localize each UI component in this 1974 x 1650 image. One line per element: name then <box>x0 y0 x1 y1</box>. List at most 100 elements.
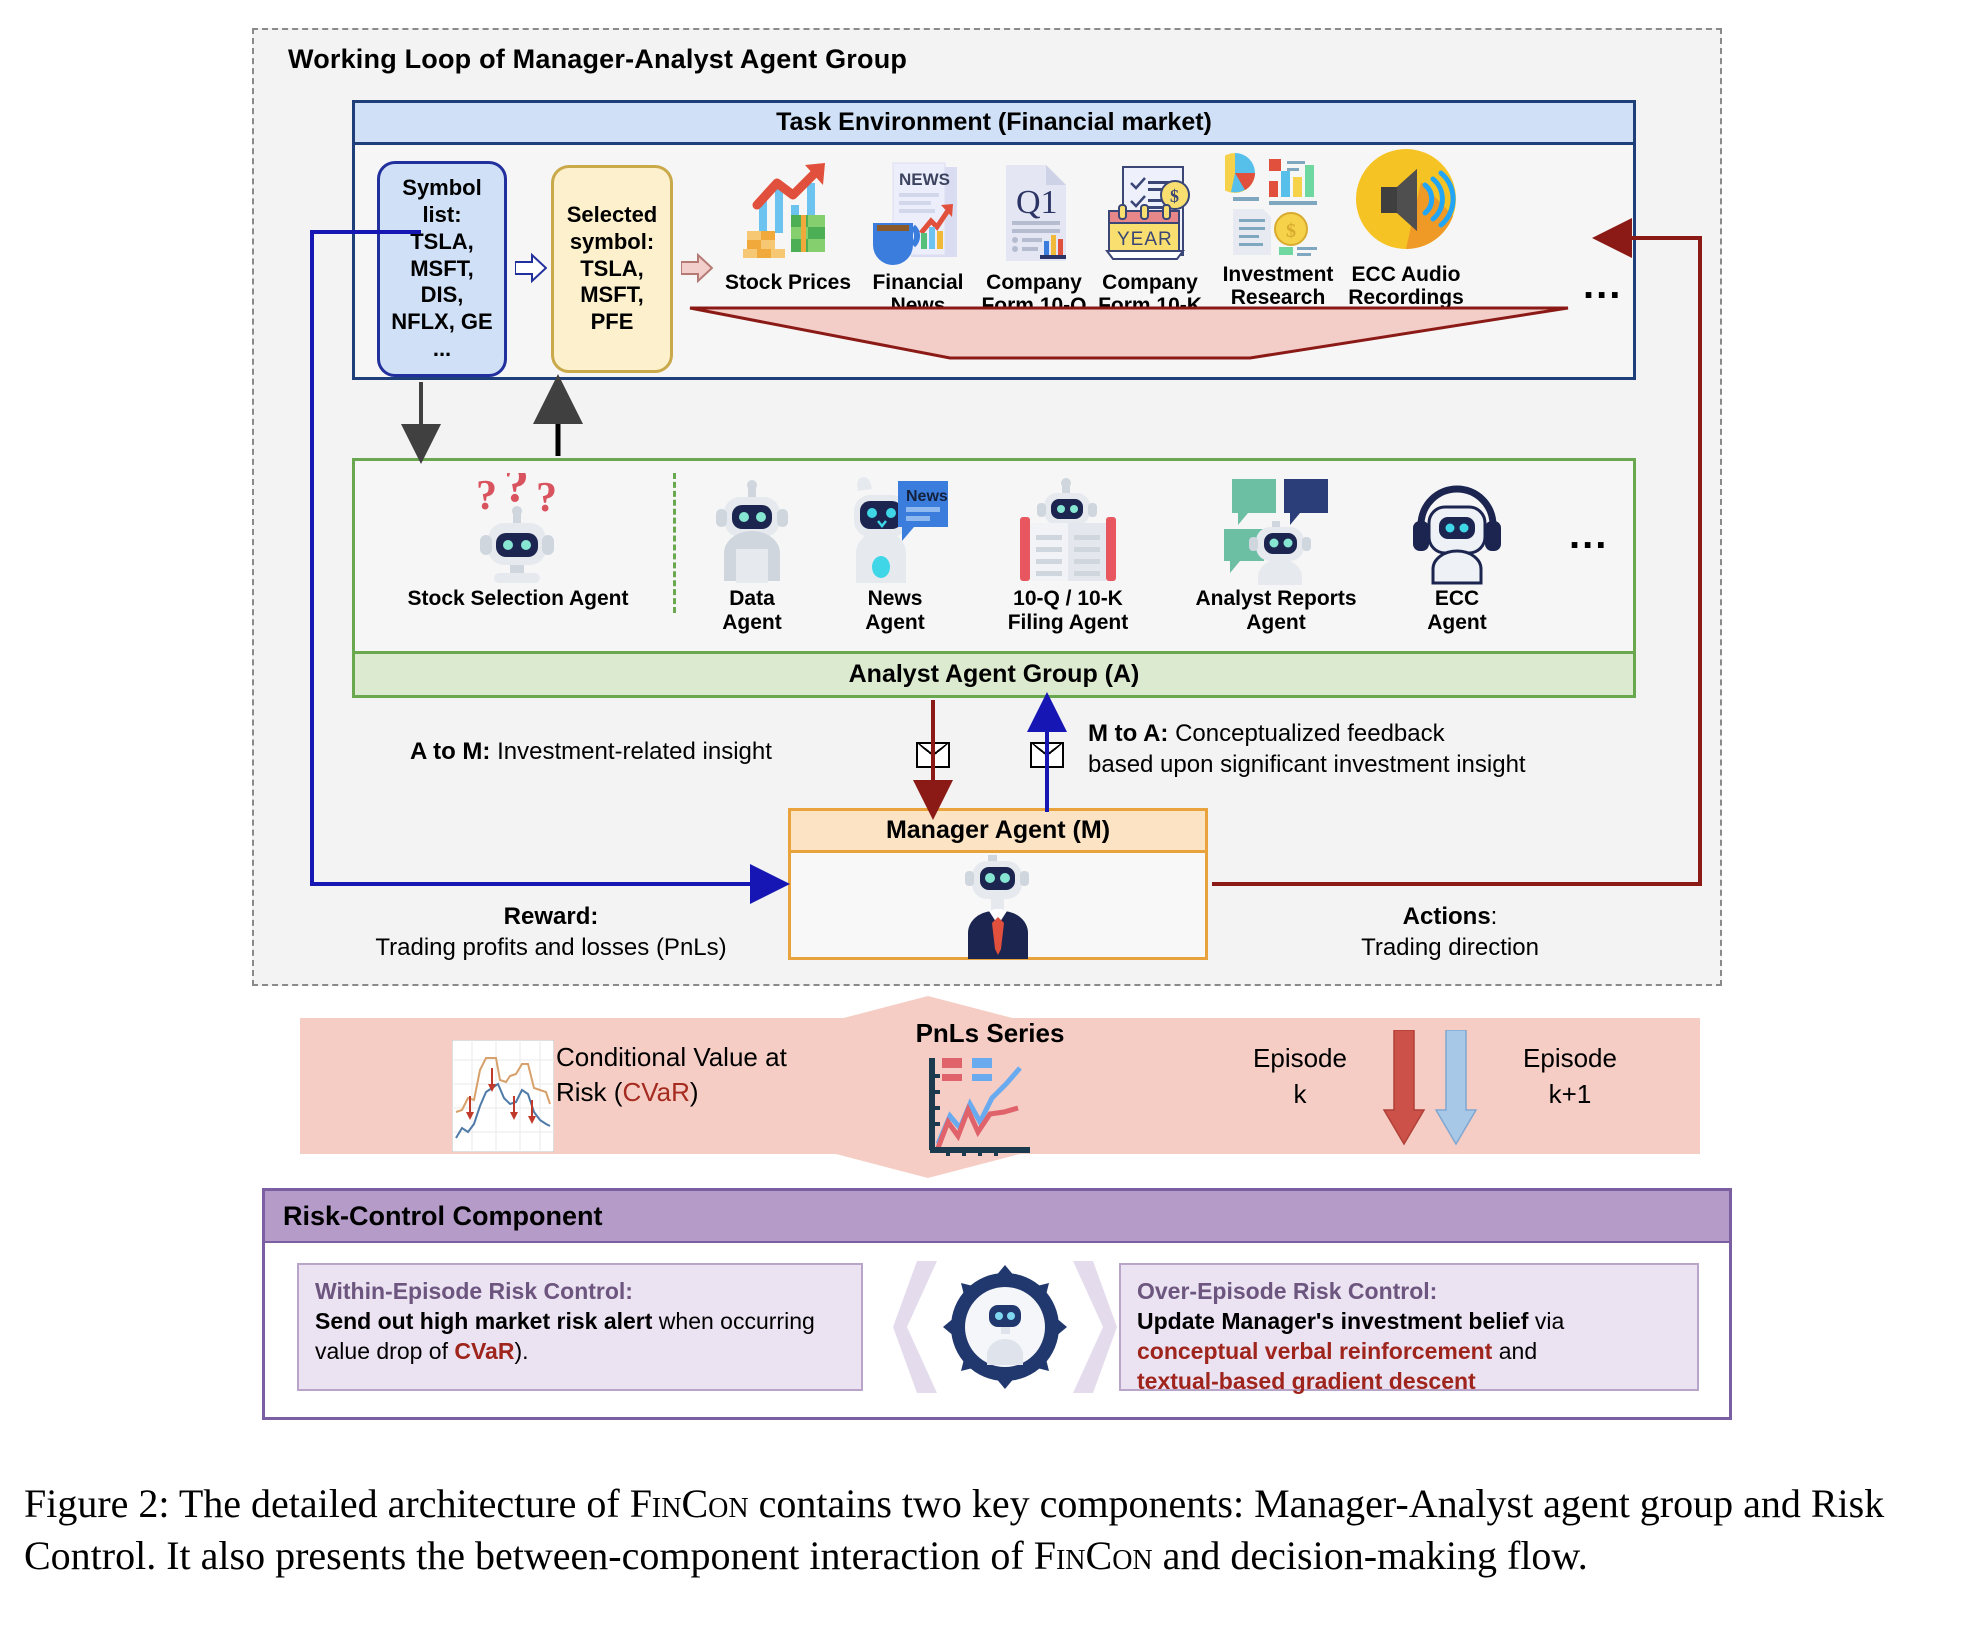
pink-band-top-notch <box>836 996 1020 1020</box>
risk-control-panel: Risk-Control Component Within-Episode Ri… <box>262 1188 1732 1420</box>
agent-analyst-reports: Analyst Reports Agent <box>1161 473 1391 634</box>
m-to-a-message-label: M to A: Conceptualized feedback based up… <box>1088 718 1526 780</box>
q1-document-icon: Q1 <box>969 157 1099 265</box>
task-environment-panel: Task Environment (Financial market) Symb… <box>352 100 1636 380</box>
source-label: Stock Prices <box>724 271 852 294</box>
risk-control-title: Risk-Control Component <box>265 1191 1729 1243</box>
year-calendar-document-icon: $ YEAR <box>1085 157 1215 265</box>
m-to-a-line2: based upon significant investment insigh… <box>1088 751 1526 779</box>
gear-robot-icon <box>941 1263 1069 1396</box>
over-episode-risk-card: Over-Episode Risk Control: Update Manage… <box>1119 1263 1699 1394</box>
over-episode-bold: Update Manager's investment belief <box>1137 1307 1529 1334</box>
working-loop-title: Working Loop of Manager-Analyst Agent Gr… <box>288 44 908 74</box>
selected-to-sources-arrow-icon <box>680 252 714 284</box>
observations-label: Observations <box>800 310 960 338</box>
source-ecc-audio: ECC Audio Recordings <box>1341 149 1471 309</box>
newspaper-coffee-icon: NEWS <box>853 157 983 265</box>
robot-headphones-icon <box>1377 473 1537 585</box>
agent-label: Analyst Reports Agent <box>1195 587 1357 634</box>
within-episode-cvar-term: CVaR <box>454 1337 515 1364</box>
reward-label: Reward: Trading profits and losses (PnLs… <box>316 902 786 963</box>
analyst-agent-group-panel: ? ? ? Stock Selection Agent Data Agent N… <box>352 458 1636 698</box>
source-form-10q: Q1 Company Form 10-Q <box>969 157 1099 317</box>
over-episode-red-1: conceptual verbal reinforcement <box>1137 1337 1493 1364</box>
agent-label: 10-Q / 10-K Filing Agent <box>1007 587 1129 634</box>
over-episode-mid-1: via <box>1528 1307 1565 1334</box>
pnl-line-chart-icon <box>920 1052 1036 1163</box>
stock-chart-money-icon <box>723 157 853 265</box>
cvar-timeseries-plot-icon <box>451 1039 555 1157</box>
within-episode-risk-card: Within-Episode Risk Control: Send out hi… <box>297 1263 863 1391</box>
within-episode-bold: Send out high market risk alert <box>315 1307 653 1334</box>
symbol-list-box: Symbol list: TSLA, MSFT, DIS, NFLX, GE .… <box>377 161 507 377</box>
actions-bold: Actions <box>1402 903 1491 930</box>
actions-label: Actions: Trading direction <box>1250 902 1650 963</box>
task-environment-title: Task Environment (Financial market) <box>355 103 1633 145</box>
agent-label: ECC Agent <box>1427 587 1487 634</box>
svg-text:$: $ <box>1170 186 1179 206</box>
source-label: Investment Research Reports <box>1222 263 1334 333</box>
svg-text:?: ? <box>536 475 557 521</box>
within-episode-header: Within-Episode Risk Control: <box>315 1278 633 1304</box>
episode-k-line-2: k <box>1293 1079 1307 1110</box>
cvar-line-2-prefix: Risk ( <box>556 1077 623 1108</box>
agent-group-divider <box>673 473 676 613</box>
selected-symbol-box: Selected symbol: TSLA, MSFT, PFE <box>551 165 673 373</box>
cvar-term: CVaR <box>622 1077 690 1108</box>
figure-2-architecture: Working Loop of Manager-Analyst Agent Gr… <box>0 0 1974 1650</box>
robot-question-marks-icon: ? ? ? <box>373 473 663 585</box>
a-to-m-bold: A to M: <box>410 738 491 765</box>
a-to-m-text: Investment-related insight <box>497 738 772 765</box>
symbol-to-selected-arrow-icon <box>514 252 548 284</box>
episode-k1-label: Episode k+1 <box>1490 1040 1650 1113</box>
actions-colon: : <box>1490 903 1498 930</box>
episode-k1-line-2: k+1 <box>1548 1079 1592 1110</box>
cvar-line-1: Conditional Value at <box>556 1042 787 1072</box>
down-arrow-blue-icon <box>1434 1029 1478 1151</box>
robot-chat-bubbles-icon <box>1161 473 1391 585</box>
source-form-10k: $ YEAR Company Form 10-K <box>1085 157 1215 317</box>
over-episode-header: Over-Episode Risk Control: <box>1137 1278 1438 1304</box>
over-episode-red-2: textual-based gradient descent <box>1137 1367 1476 1394</box>
agent-label: Stock Selection Agent <box>407 587 629 610</box>
svg-text:NEWS: NEWS <box>899 170 950 189</box>
analyst-group-ellipsis: ... <box>1569 513 1609 557</box>
over-episode-mid-2: and <box>1492 1337 1538 1364</box>
agent-ecc: ECC Agent <box>1377 473 1537 634</box>
mail-up-icon <box>1030 742 1064 768</box>
mail-down-icon <box>916 742 950 768</box>
svg-text:YEAR: YEAR <box>1117 229 1173 250</box>
agent-filing-10q-10k: 10-Q / 10-K Filing Agent <box>963 473 1173 634</box>
source-research-reports: $ Investment Research Reports <box>1213 149 1343 332</box>
agent-stock-selection: ? ? ? Stock Selection Agent <box>373 473 663 611</box>
svg-text:$: $ <box>1286 220 1296 242</box>
actions-text: Trading direction <box>1361 933 1539 961</box>
agent-label: Data Agent <box>722 587 782 634</box>
m-to-a-bold: M to A: <box>1088 720 1169 747</box>
research-report-icon: $ <box>1213 149 1343 257</box>
episode-k-label: Episode k <box>1230 1040 1370 1113</box>
robot-open-book-icon <box>963 473 1173 585</box>
svg-text:?: ? <box>476 473 497 519</box>
agent-data: Data Agent <box>677 473 827 634</box>
episode-k-line-1: Episode <box>1253 1043 1347 1073</box>
speaker-audio-icon <box>1341 149 1471 257</box>
source-stock-prices: Stock Prices <box>723 157 853 294</box>
source-label: Company Form 10-Q <box>981 271 1087 318</box>
m-to-a-line1: Conceptualized feedback <box>1175 720 1445 747</box>
task-env-ellipsis: ... <box>1583 263 1623 307</box>
svg-text:Q1: Q1 <box>1016 184 1058 221</box>
manager-agent-panel: Manager Agent (M) <box>788 808 1208 960</box>
robot-plain-icon <box>677 473 827 585</box>
a-to-m-message-label: A to M: Investment-related insight <box>410 738 772 766</box>
reward-bold: Reward: <box>503 903 599 930</box>
agent-news: News News Agent <box>815 473 975 634</box>
manager-agent-title: Manager Agent (M) <box>791 811 1205 853</box>
down-arrow-red-icon <box>1382 1029 1426 1151</box>
within-episode-tail: ). <box>514 1337 529 1364</box>
figure-caption: Figure 2: The detailed architecture of F… <box>24 1481 1885 1578</box>
robot-news-bubble-icon: News <box>815 473 975 585</box>
cvar-label: Conditional Value at Risk (CVaR) <box>556 1040 846 1111</box>
robot-businessman-icon <box>932 855 1064 964</box>
svg-text:News: News <box>906 488 948 505</box>
